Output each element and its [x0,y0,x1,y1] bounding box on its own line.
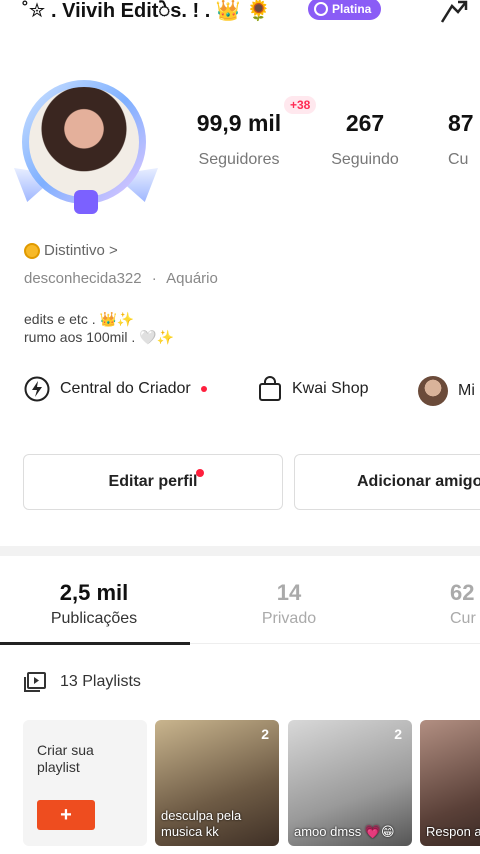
create-playlist-card[interactable]: Criar sua playlist + [23,720,147,846]
content-tabs: 2,5 mil Publicações 14 Privado 62 Cur [0,572,480,644]
playlist-card[interactable]: 2 desculpa pela musica kk [155,720,279,846]
playlist-icon [24,672,46,692]
coin-icon [24,242,40,259]
shopping-bag-icon [259,376,281,401]
lightning-icon [24,376,50,402]
stat-followers-label: Seguidores [198,151,280,168]
platina-badge-label: Platina [332,2,372,16]
playlist-card[interactable]: Respon a @Ana [420,720,480,846]
stat-followers-value: 99,9 mil [196,110,282,136]
bio-line-2: rumo aos 100mil . 🤍✨ [24,329,175,345]
distintivo-label: Distintivo > [44,242,118,259]
creator-center-notification-dot [200,386,207,392]
edit-profile-label: Editar perfil [108,473,198,490]
add-friends-label: Adicionar amigos [357,473,480,490]
edit-profile-notification-dot [196,469,204,477]
stat-likes[interactable]: 87 Cu [448,110,480,169]
stat-following[interactable]: 267 Seguindo [320,110,410,169]
tab-publicacoes-label: Publicações [50,610,138,627]
bio-line-1: edits e etc . 👑✨ [24,311,135,327]
create-playlist-button[interactable]: + [37,800,95,830]
create-playlist-label: Criar sua playlist [37,742,94,775]
tab-privado-count: 14 [276,580,302,605]
playlist-card-caption: amoo dmss 💗😁 [294,824,395,839]
playlist-card-count: 2 [394,726,402,742]
playlists-header[interactable]: 13 Playlists [24,672,141,692]
stat-followers[interactable]: 99,9 mil Seguidores [190,110,288,169]
section-divider [0,546,480,556]
mini-profile-label: Mi [458,382,475,399]
tab-publicacoes[interactable]: 2,5 mil Publicações [30,580,158,628]
badge-icon [314,2,328,16]
kwai-shop-link[interactable]: Kwai Shop [258,376,369,402]
stat-likes-label: Cu [448,151,469,168]
profile-bio: edits e etc . 👑✨ rumo aos 100mil . 🤍✨ [24,310,174,346]
share-icon[interactable] [438,0,472,28]
edit-profile-button[interactable]: Editar perfil [23,454,283,510]
distintivo-link[interactable]: Distintivo > [24,242,118,259]
playlist-cards: Criar sua playlist + 2 desculpa pela mus… [0,720,480,850]
profile-sign: Aquário [166,270,218,287]
tab-curtidas-label: Cur [450,610,476,627]
tab-privado[interactable]: 14 Privado [240,580,338,628]
active-tab-indicator [0,642,190,645]
profile-header: ˚✮ . Viivih Editेs. ! . 👑 🌻 Platina [0,0,480,36]
tab-publicacoes-count: 2,5 mil [59,580,129,605]
playlist-card-count: 2 [261,726,269,742]
creator-center-label: Central do Criador [60,380,191,397]
stat-following-value: 267 [345,110,385,136]
meta-separator: · [151,270,157,287]
tab-curtidas-count: 62 [450,580,475,605]
profile-meta: desconhecida322 · Aquário [24,270,218,287]
quick-actions: Central do Criador Kwai Shop Mi [0,376,480,410]
stat-likes-value: 87 [448,110,474,136]
avatar-icon [418,376,448,406]
tab-curtidas[interactable]: 62 Cur [450,580,480,628]
playlist-card[interactable]: 2 amoo dmss 💗😁 [288,720,412,846]
profile-username: ˚✮ . Viivih Editेs. ! . 👑 🌻 [22,0,272,22]
creator-center-link[interactable]: Central do Criador [24,376,207,402]
kwai-shop-label: Kwai Shop [292,380,369,397]
stat-following-label: Seguindo [331,151,399,168]
playlists-title: 13 Playlists [60,673,141,690]
playlist-card-caption: Respon a @Ana [426,824,480,839]
add-friends-button[interactable]: Adicionar amigos [294,454,480,510]
platina-badge[interactable]: Platina [308,0,382,20]
mini-profile-link[interactable]: Mi [418,376,475,406]
tab-privado-label: Privado [261,610,317,627]
profile-stats: 99,9 mil Seguidores 267 Seguindo 87 Cu [0,110,480,180]
playlist-card-caption: desculpa pela musica kk [161,808,242,839]
avatar-play-icon [74,190,98,214]
profile-handle: desconhecida322 [24,270,142,287]
